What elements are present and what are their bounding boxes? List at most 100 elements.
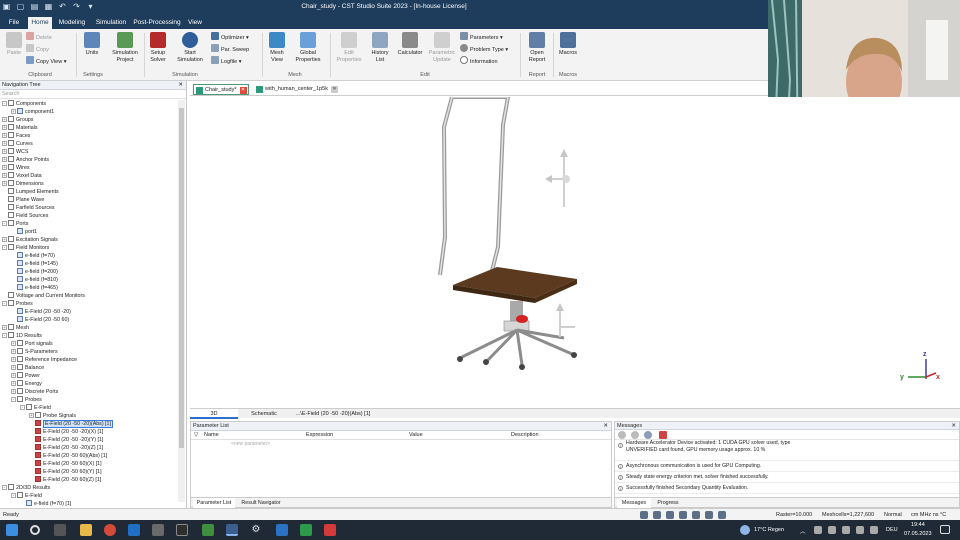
tree-item[interactable]: + Power — [0, 372, 177, 380]
tree-item[interactable]: E-Field (20 -50 60)(Y) [1] — [0, 468, 177, 476]
tree-item[interactable]: e-field (f=810) — [0, 276, 177, 284]
expand-icon[interactable]: + — [11, 373, 16, 378]
information-button[interactable]: Information — [460, 56, 498, 67]
pan-tool-icon[interactable] — [679, 511, 687, 519]
collapse-icon[interactable]: - — [2, 333, 7, 338]
expand-icon[interactable]: + — [2, 173, 7, 178]
copy-button[interactable]: Copy — [26, 44, 49, 55]
tree-item[interactable]: + Port signals — [0, 340, 177, 348]
expand-icon[interactable]: + — [2, 181, 7, 186]
app-red-c-icon[interactable] — [324, 524, 336, 536]
tree-item[interactable]: Voltage and Current Monitors — [0, 292, 177, 300]
column-description[interactable]: Description — [511, 431, 539, 440]
error-filter-icon[interactable] — [618, 431, 626, 439]
tree-item[interactable]: + Voxel Data — [0, 172, 177, 180]
tree-item[interactable]: + Wires — [0, 164, 177, 172]
view-tab-probe-result[interactable]: ...\E-Field (20 -50 -20)(Abs) [1] — [290, 409, 376, 419]
collapse-icon[interactable]: - — [2, 245, 7, 250]
tree-item[interactable]: - 1D Results — [0, 332, 177, 340]
collapse-icon[interactable]: - — [2, 101, 7, 106]
tab-progress[interactable]: Progress — [653, 498, 683, 508]
app-green-icon[interactable] — [202, 524, 214, 536]
snipping-tool-icon[interactable] — [152, 524, 164, 536]
tree-item[interactable]: - E-Field — [0, 404, 177, 412]
optimizer-button[interactable]: Optimizer ▾ — [211, 32, 249, 43]
view-mode-icon[interactable] — [718, 511, 726, 519]
app-green-c-icon[interactable] — [300, 524, 312, 536]
select-tool-icon[interactable] — [640, 511, 648, 519]
tree-item[interactable]: e-field (f=465) — [0, 284, 177, 292]
tree-item[interactable]: + Discrete Ports — [0, 388, 177, 396]
expand-icon[interactable]: + — [11, 365, 16, 370]
tray-app-icon[interactable] — [814, 526, 822, 534]
tree-item[interactable]: + Groups — [0, 116, 177, 124]
tree-item[interactable]: + Materials — [0, 124, 177, 132]
macros-button[interactable]: Macros — [556, 32, 580, 57]
tree-item[interactable]: Farfield Sources — [0, 204, 177, 212]
view-tab-3d[interactable]: 3D — [190, 409, 238, 419]
expand-icon[interactable]: + — [2, 325, 7, 330]
tree-item[interactable]: e-field (f=200) — [0, 268, 177, 276]
task-view-icon[interactable] — [54, 524, 66, 536]
collapse-icon[interactable]: - — [11, 397, 16, 402]
paste-button[interactable]: Paste — [3, 32, 25, 57]
tab-home[interactable]: Home — [28, 17, 52, 29]
file-explorer-icon[interactable] — [80, 524, 92, 536]
tree-item[interactable]: E-Field (20 -50 60) — [0, 316, 177, 324]
tab-view[interactable]: View — [184, 17, 206, 29]
tree-item[interactable]: + Probe Signals — [0, 412, 177, 420]
tree-item[interactable]: E-Field (20 -50 -20) — [0, 308, 177, 316]
search-icon[interactable] — [30, 525, 40, 535]
battery-icon[interactable] — [870, 526, 878, 534]
close-navigation-tree-icon[interactable]: ✕ — [178, 81, 183, 90]
tree-item[interactable]: E-Field (20 -50 -20)(Abs) [1] — [0, 420, 177, 428]
close-tab-icon[interactable]: ✕ — [239, 87, 247, 94]
tree-item[interactable]: + Anchor Points — [0, 156, 177, 164]
expand-icon[interactable]: + — [2, 237, 7, 242]
tree-item[interactable]: port1 — [0, 228, 177, 236]
expand-icon[interactable]: + — [11, 381, 16, 386]
tree-item[interactable]: + Dimensions — [0, 180, 177, 188]
history-list-button[interactable]: History List — [367, 32, 393, 63]
tree-item[interactable]: + WCS — [0, 148, 177, 156]
tree-item[interactable]: - 2D/3D Results — [0, 484, 177, 492]
tree-item[interactable]: Field Sources — [0, 212, 177, 220]
tree-item[interactable]: e-field (f=70) — [0, 252, 177, 260]
tab-messages[interactable]: Messages — [617, 498, 651, 508]
tree-item[interactable]: - Ports — [0, 220, 177, 228]
expand-icon[interactable]: + — [2, 157, 7, 162]
tree-item[interactable]: E-Field (20 -50 60)(Abs) [1] — [0, 452, 177, 460]
new-parameter-row[interactable]: <new parameter> — [191, 440, 611, 449]
expand-icon[interactable]: + — [11, 357, 16, 362]
collapse-icon[interactable]: - — [20, 405, 25, 410]
tray-app-icon[interactable] — [828, 526, 836, 534]
expand-icon[interactable]: + — [11, 341, 16, 346]
tree-item[interactable]: + S-Parameters — [0, 348, 177, 356]
tree-item[interactable]: - Field Monitors — [0, 244, 177, 252]
move-tool-icon[interactable] — [653, 511, 661, 519]
tab-post-processing[interactable]: Post-Processing — [133, 17, 181, 29]
tree-item[interactable]: - Components — [0, 100, 177, 108]
network-icon[interactable] — [842, 526, 850, 534]
obs-icon[interactable] — [176, 524, 188, 536]
tree-item[interactable]: + Energy — [0, 380, 177, 388]
par-sweep-button[interactable]: Par. Sweep — [211, 44, 249, 55]
parametric-update-button[interactable]: Parametric Update — [426, 32, 458, 63]
settings-gear-icon[interactable]: ⚙ — [250, 524, 262, 536]
weather-icon[interactable] — [740, 525, 750, 535]
expand-icon[interactable]: + — [2, 117, 7, 122]
tree-item[interactable]: - E-Field — [0, 492, 177, 500]
column-expression[interactable]: Expression — [306, 431, 333, 440]
view-tab-schematic[interactable]: Schematic — [240, 409, 288, 419]
global-properties-button[interactable]: Global Properties — [292, 32, 324, 63]
collapse-icon[interactable]: - — [2, 301, 7, 306]
copy-view-button[interactable]: Copy View ▾ — [26, 56, 67, 67]
close-messages-icon[interactable]: ✕ — [951, 422, 956, 430]
filter-icon[interactable]: ▽ — [194, 431, 198, 440]
tree-item[interactable]: Lumped Elements — [0, 188, 177, 196]
tree-item[interactable]: + Reference Impedance — [0, 356, 177, 364]
tree-item[interactable]: E-Field (20 -50 -20)(X) [1] — [0, 428, 177, 436]
doc-tab-with-human-center[interactable]: with_human_center_1p5k ✕ — [254, 84, 344, 95]
expand-icon[interactable]: + — [11, 109, 16, 114]
expand-icon[interactable]: + — [11, 389, 16, 394]
